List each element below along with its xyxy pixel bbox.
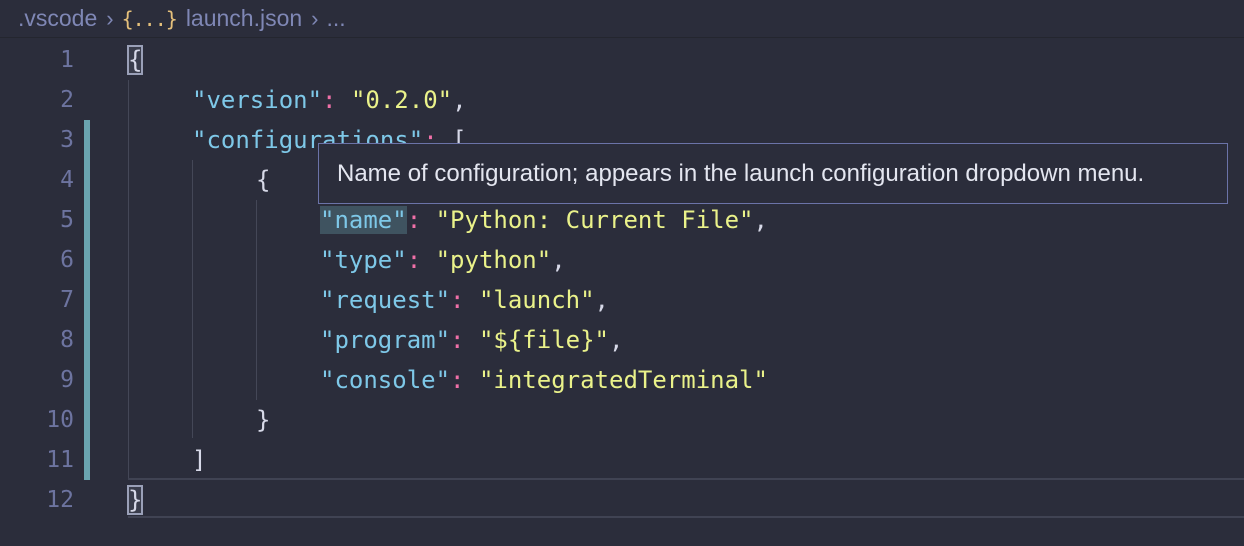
json-bracket: ] <box>192 446 207 474</box>
json-colon: : <box>406 246 436 274</box>
json-colon: : <box>406 206 436 234</box>
line-number: 1 <box>60 47 74 73</box>
breadcrumb-folder[interactable]: .vscode <box>18 5 97 32</box>
code-line-2[interactable]: "version": "0.2.0", <box>192 80 467 120</box>
line-number: 11 <box>46 447 74 473</box>
code-editor[interactable]: 1 2 3 4 5 6 7 8 9 10 11 12 { "version": … <box>0 38 1244 546</box>
chevron-right-icon: › <box>106 5 114 31</box>
code-line-10[interactable]: } <box>256 400 270 440</box>
current-line-highlight <box>128 478 1244 518</box>
json-comma: , <box>609 326 624 354</box>
json-key: "console" <box>320 366 451 394</box>
code-line-6[interactable]: "type": "python", <box>320 240 566 280</box>
json-colon: : <box>322 86 351 114</box>
code-line-11[interactable]: ] <box>192 440 206 480</box>
line-number: 6 <box>60 247 74 273</box>
json-comma: , <box>452 86 467 114</box>
json-brace: } <box>256 406 271 434</box>
indent-guide <box>256 200 257 400</box>
breadcrumb-file[interactable]: launch.json <box>186 5 302 32</box>
code-line-4[interactable]: { <box>256 160 270 200</box>
line-number: 8 <box>60 327 74 353</box>
matched-bracket: } <box>126 485 144 515</box>
json-key: "program" <box>320 326 451 354</box>
json-brace: { <box>256 166 271 194</box>
code-line-8[interactable]: "program": "${file}", <box>320 320 623 360</box>
matched-bracket: { <box>126 45 144 75</box>
json-comma: , <box>594 286 609 314</box>
json-file-icon: {...} <box>121 6 178 31</box>
json-string: "python" <box>435 246 552 274</box>
json-key: "version" <box>192 86 323 114</box>
line-number: 10 <box>46 407 74 433</box>
json-colon: : <box>450 286 479 314</box>
chevron-right-icon: › <box>311 5 319 31</box>
line-number: 12 <box>46 487 74 513</box>
hover-tooltip: Name of configuration; appears in the la… <box>318 143 1228 204</box>
indent-guide <box>192 160 193 438</box>
line-number: 5 <box>60 207 74 233</box>
breadcrumb-symbol-ellipsis[interactable]: ... <box>327 5 346 32</box>
json-colon: : <box>450 366 479 394</box>
line-number: 9 <box>60 367 74 393</box>
json-key: "type" <box>320 246 407 274</box>
json-string: "${file}" <box>478 326 609 354</box>
code-line-9[interactable]: "console": "integratedTerminal" <box>320 360 768 400</box>
modified-lines-indicator[interactable] <box>84 120 90 480</box>
json-string: "launch" <box>478 286 595 314</box>
json-comma: , <box>753 206 768 234</box>
json-key-hovered[interactable]: "name" <box>320 206 407 234</box>
line-number: 2 <box>60 87 74 113</box>
json-key: "request" <box>320 286 451 314</box>
json-comma: , <box>551 246 566 274</box>
code-line-5[interactable]: "name": "Python: Current File", <box>320 200 768 240</box>
json-string: "integratedTerminal" <box>478 366 768 394</box>
code-line-12[interactable]: } <box>126 480 144 520</box>
json-string: "0.2.0" <box>350 86 453 114</box>
code-line-1[interactable]: { <box>126 40 144 80</box>
line-number: 7 <box>60 287 74 313</box>
line-number: 4 <box>60 167 74 193</box>
breadcrumb: .vscode › {...} launch.json › ... <box>0 0 1244 38</box>
code-line-7[interactable]: "request": "launch", <box>320 280 609 320</box>
json-string: "Python: Current File" <box>435 206 754 234</box>
json-colon: : <box>450 326 479 354</box>
line-number: 3 <box>60 127 74 153</box>
indent-guide <box>128 80 129 478</box>
